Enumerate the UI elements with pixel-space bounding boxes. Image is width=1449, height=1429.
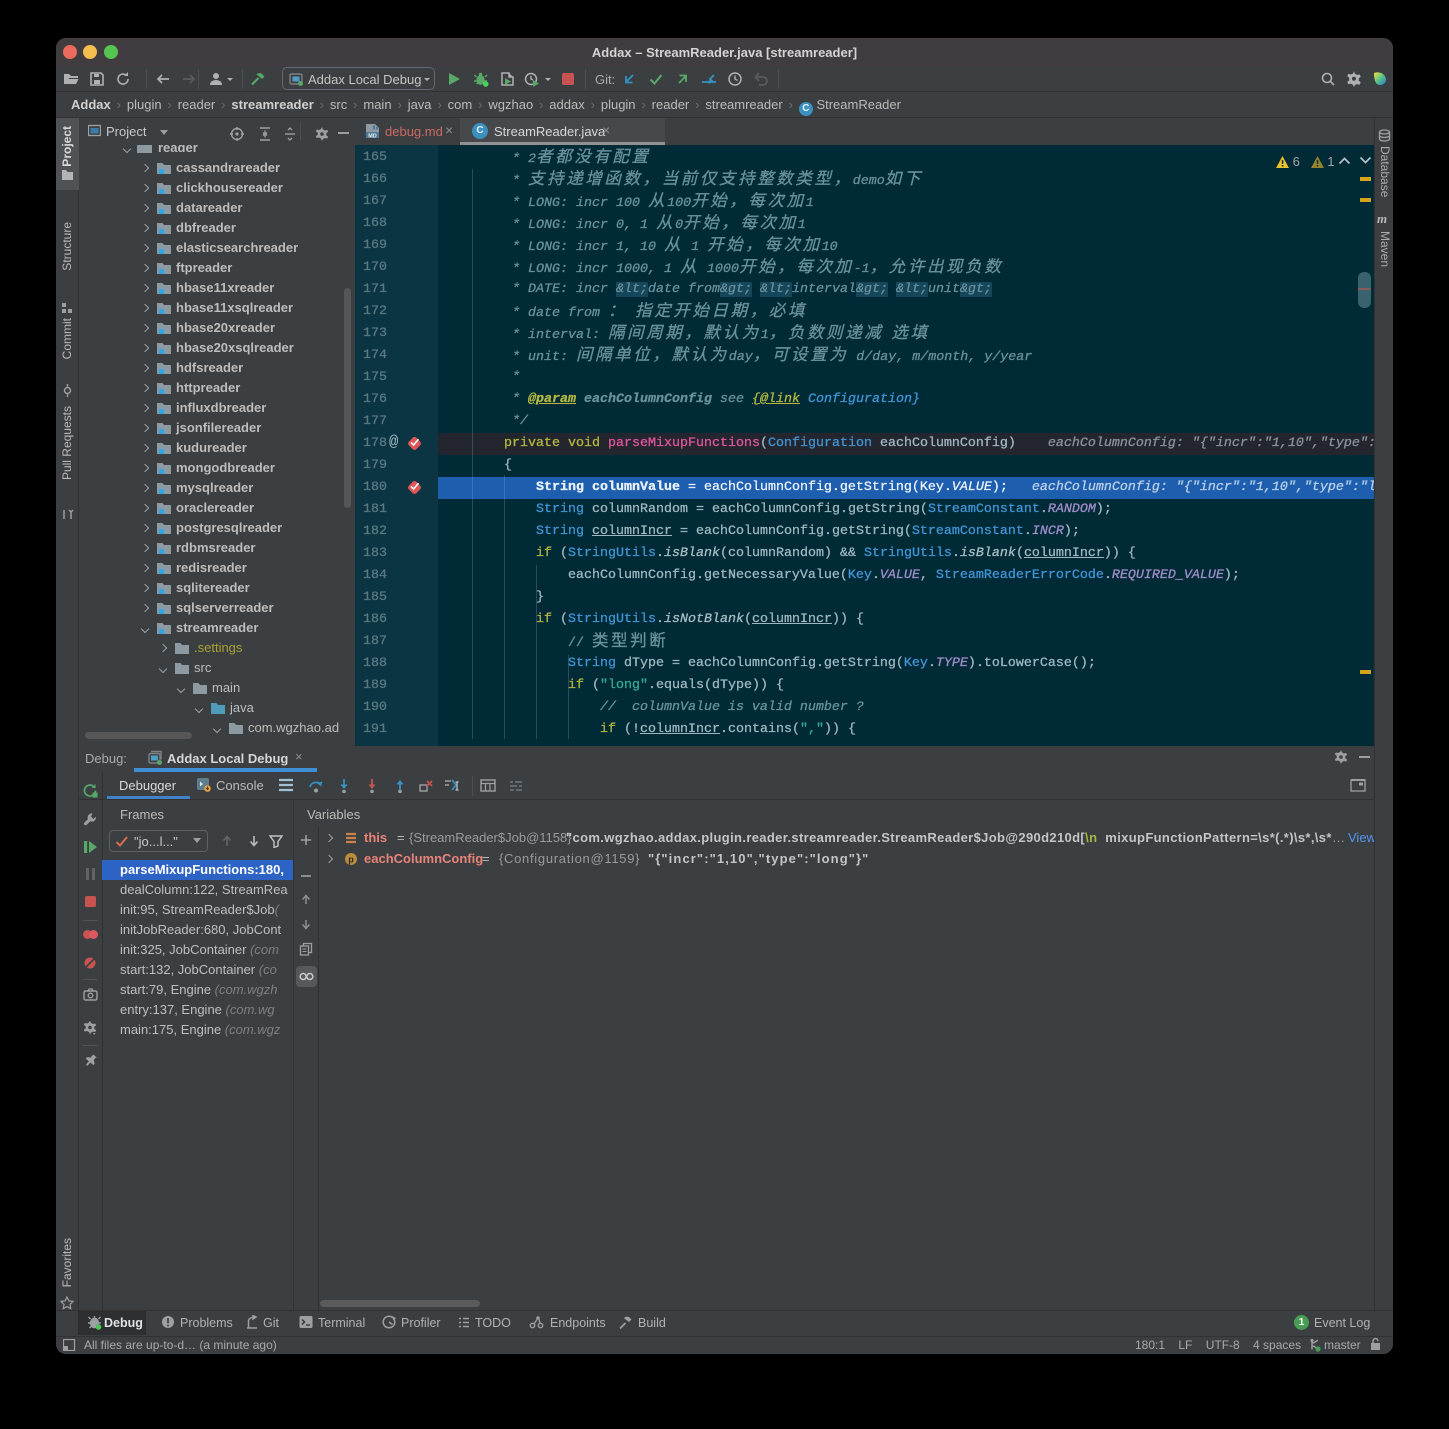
svg-text:p: p [348, 855, 354, 865]
svg-text:MD: MD [368, 133, 377, 139]
